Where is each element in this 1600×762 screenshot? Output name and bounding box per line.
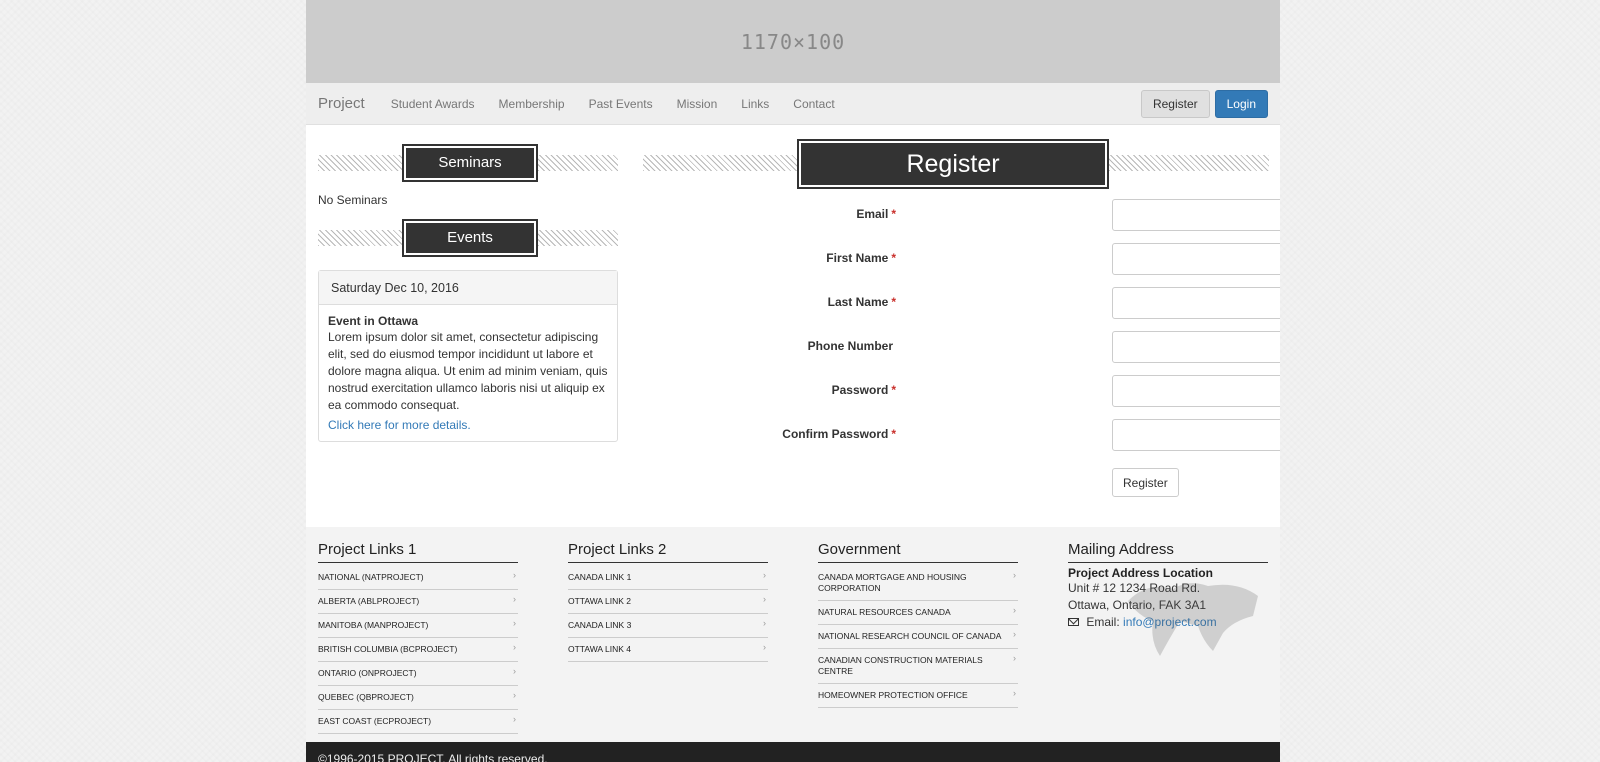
- nav-mission[interactable]: Mission: [677, 97, 718, 111]
- footer-link[interactable]: Ontario (ONPROJECT) ›: [318, 662, 518, 686]
- world-map-icon: [1128, 583, 1258, 656]
- chevron-right-icon: ›: [763, 642, 766, 652]
- footer-col-project-links-2: Project Links 2 Canada Link 1 › Ottawa Li…: [568, 541, 768, 662]
- copyright-bar: ©1996-2015 PROJECT. All rights reserved.: [306, 742, 1280, 762]
- register-hatch-left: [643, 155, 797, 171]
- password-row: Password *: [636, 375, 1280, 407]
- footer-link[interactable]: Manitoba (MANPROJECT) ›: [318, 614, 518, 638]
- footer-col-title: Project Links 1: [318, 541, 518, 563]
- first-name-input[interactable]: [1112, 243, 1280, 275]
- seminars-heading: Seminars: [402, 144, 538, 182]
- footer-col-project-links-1: Project Links 1 National (NATPROJECT) › A…: [318, 541, 518, 734]
- register-submit-button[interactable]: Register: [1112, 468, 1179, 497]
- last-name-row: Last Name *: [636, 287, 1280, 319]
- first-name-label: First Name *: [826, 251, 896, 265]
- seminars-heading-text: Seminars: [438, 154, 502, 171]
- chevron-right-icon: ›: [1013, 629, 1016, 639]
- chevron-right-icon: ›: [1013, 688, 1016, 698]
- nav-contact[interactable]: Contact: [793, 97, 834, 111]
- footer-link[interactable]: Natural Resources Canada ›: [818, 601, 1018, 625]
- chevron-right-icon: ›: [763, 594, 766, 604]
- first-name-row: First Name *: [636, 243, 1280, 275]
- chevron-right-icon: ›: [1013, 653, 1016, 663]
- events-heading-text: Events: [447, 229, 493, 246]
- footer-link[interactable]: National Research Council of Canada ›: [818, 625, 1018, 649]
- brand-link[interactable]: Project: [318, 95, 365, 112]
- email-row: Email *: [636, 199, 1280, 231]
- footer-link[interactable]: Ottawa Link 4 ›: [568, 638, 768, 662]
- chevron-right-icon: ›: [763, 618, 766, 628]
- event-panel: Saturday Dec 10, 2016 Event in Ottawa Lo…: [318, 270, 618, 442]
- last-name-label: Last Name *: [827, 295, 896, 309]
- chevron-right-icon: ›: [1013, 605, 1016, 615]
- event-date: Saturday Dec 10, 2016: [319, 271, 617, 305]
- page-container: 1170×100 Project Student Awards Membersh…: [306, 0, 1280, 762]
- confirm-password-label: Confirm Password *: [782, 427, 896, 441]
- event-description: Lorem ipsum dolor sit amet, consectetur …: [328, 330, 608, 412]
- copyright-text: ©1996-2015 PROJECT. All rights reserved.: [318, 752, 548, 762]
- chevron-right-icon: ›: [513, 642, 516, 652]
- footer-link[interactable]: Homeowner Protection Office ›: [818, 684, 1018, 708]
- events-hatch-right: [538, 230, 618, 246]
- envelope-icon: [1068, 618, 1079, 626]
- phone-label: Phone Number: [807, 339, 893, 353]
- confirm-password-input[interactable]: [1112, 419, 1280, 451]
- footer-link[interactable]: Canadian Construction Materials Centre ›: [818, 649, 1018, 684]
- footer-link[interactable]: National (NATPROJECT) ›: [318, 566, 518, 590]
- footer-col-title: Government: [818, 541, 1018, 563]
- footer-link[interactable]: Alberta (ABLPROJECT) ›: [318, 590, 518, 614]
- banner-text: 1170×100: [740, 29, 846, 54]
- register-hatch-right: [1109, 155, 1269, 171]
- navbar: Project Student Awards Membership Past E…: [306, 83, 1280, 125]
- chevron-right-icon: ›: [763, 570, 766, 580]
- nav-student-awards[interactable]: Student Awards: [391, 97, 475, 111]
- phone-row: Phone Number: [636, 331, 1280, 363]
- footer-link[interactable]: British Columbia (BCPROJECT) ›: [318, 638, 518, 662]
- nav-login-button[interactable]: Login: [1214, 89, 1268, 118]
- password-input[interactable]: [1112, 375, 1280, 407]
- footer-link[interactable]: Canada Mortgage and Housing Corporation ›: [818, 566, 1018, 601]
- footer-col-title: Project Links 2: [568, 541, 768, 563]
- nav-membership[interactable]: Membership: [499, 97, 565, 111]
- chevron-right-icon: ›: [513, 594, 516, 604]
- chevron-right-icon: ›: [513, 714, 516, 724]
- footer-col-mailing-address: Mailing Address Project Address Location…: [1068, 541, 1268, 656]
- register-heading-text: Register: [906, 150, 1000, 178]
- password-label: Password *: [831, 383, 896, 397]
- event-details-link[interactable]: Click here for more details.: [328, 418, 608, 432]
- chevron-right-icon: ›: [513, 570, 516, 580]
- footer-link[interactable]: Canada Link 3 ›: [568, 614, 768, 638]
- register-heading: Register: [797, 139, 1109, 189]
- seminars-hatch-right: [538, 155, 618, 171]
- no-seminars-text: No Seminars: [318, 193, 388, 207]
- chevron-right-icon: ›: [513, 666, 516, 676]
- nav-links[interactable]: Links: [741, 97, 769, 111]
- footer-link[interactable]: Quebec (QBPROJECT) ›: [318, 686, 518, 710]
- event-title: Event in Ottawa: [328, 314, 419, 328]
- email-input[interactable]: [1112, 199, 1280, 231]
- banner-placeholder: 1170×100: [306, 0, 1280, 83]
- footer-link[interactable]: East Coast (ECPROJECT) ›: [318, 710, 518, 734]
- footer-link[interactable]: Canada Link 1 ›: [568, 566, 768, 590]
- last-name-input[interactable]: [1112, 287, 1280, 319]
- email-label: Email:: [1086, 615, 1120, 629]
- confirm-password-row: Confirm Password *: [636, 419, 1280, 451]
- main-content: Seminars No Seminars Events Saturday Dec…: [306, 125, 1280, 527]
- seminars-hatch-left: [318, 155, 402, 171]
- nav-past-events[interactable]: Past Events: [589, 97, 653, 111]
- footer-col-government: Government Canada Mortgage and Housing C…: [818, 541, 1018, 708]
- chevron-right-icon: ›: [1013, 570, 1016, 580]
- footer-col-title: Mailing Address: [1068, 541, 1268, 563]
- email-label: Email *: [856, 207, 896, 221]
- events-hatch-left: [318, 230, 402, 246]
- events-heading: Events: [402, 219, 538, 257]
- chevron-right-icon: ›: [513, 618, 516, 628]
- chevron-right-icon: ›: [513, 690, 516, 700]
- footer: Project Links 1 National (NATPROJECT) › A…: [306, 527, 1280, 742]
- phone-input[interactable]: [1112, 331, 1280, 363]
- nav-register-button[interactable]: Register: [1140, 89, 1210, 118]
- footer-link[interactable]: Ottawa Link 2 ›: [568, 590, 768, 614]
